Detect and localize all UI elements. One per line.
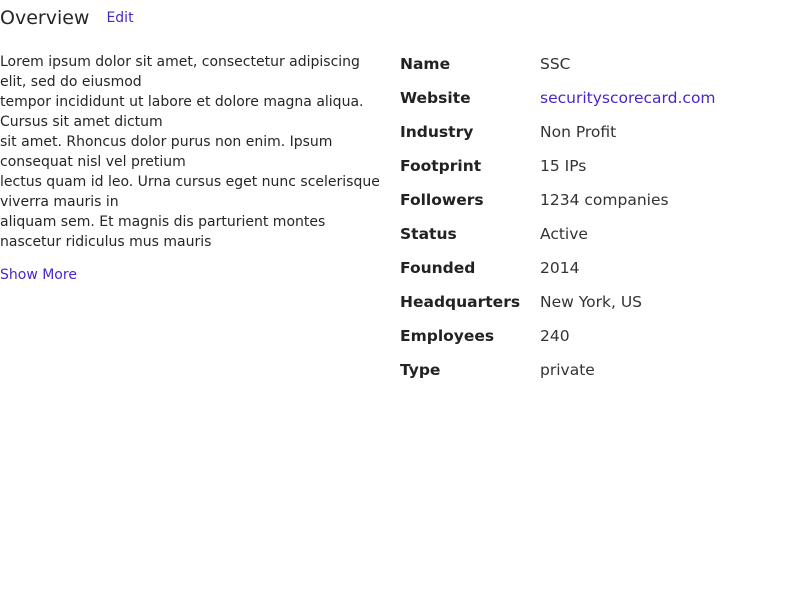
detail-row-website: Website securityscorecard.com	[400, 81, 790, 115]
edit-link[interactable]: Edit	[106, 10, 133, 26]
company-details: Name SSC Website securityscorecard.com I…	[400, 47, 790, 387]
detail-label: Name	[400, 55, 451, 73]
detail-label: Footprint	[400, 157, 482, 175]
detail-value: Active	[540, 225, 588, 243]
detail-row-status: Status Active	[400, 217, 790, 251]
detail-label: Followers	[400, 191, 484, 209]
description-line: tempor incididunt ut labore et dolore ma…	[0, 94, 364, 130]
company-description: Lorem ipsum dolor sit amet, consectetur …	[0, 52, 385, 252]
description-line: Lorem ipsum dolor sit amet, consectetur …	[0, 54, 360, 90]
detail-label: Founded	[400, 259, 476, 277]
detail-value: 2014	[540, 259, 580, 277]
detail-label: Website	[400, 89, 471, 107]
detail-row-employees: Employees 240	[400, 319, 790, 353]
detail-label: Status	[400, 225, 457, 243]
page-title: Overview	[0, 7, 90, 29]
detail-row-headquarters: Headquarters New York, US	[400, 285, 790, 319]
detail-row-followers: Followers 1234 companies	[400, 183, 790, 217]
detail-value: 15 IPs	[540, 157, 587, 175]
overview-header: Overview Edit	[0, 4, 134, 32]
detail-row-footprint: Footprint 15 IPs	[400, 149, 790, 183]
website-link[interactable]: securityscorecard.com	[540, 89, 716, 107]
detail-row-name: Name SSC	[400, 47, 790, 81]
description-line: lectus quam id leo. Urna cursus eget nun…	[0, 174, 380, 210]
detail-label: Type	[400, 361, 441, 379]
detail-label: Headquarters	[400, 293, 521, 311]
description-line: sit amet. Rhoncus dolor purus non enim. …	[0, 134, 333, 170]
detail-value: New York, US	[540, 293, 643, 311]
detail-label: Industry	[400, 123, 474, 141]
detail-row-founded: Founded 2014	[400, 251, 790, 285]
detail-value: Non Profit	[540, 123, 617, 141]
detail-value: SSC	[540, 55, 571, 73]
detail-value: 1234 companies	[540, 191, 669, 209]
show-more-link[interactable]: Show More	[0, 265, 77, 285]
detail-value: private	[540, 361, 595, 379]
detail-row-type: Type private	[400, 353, 790, 387]
detail-row-industry: Industry Non Profit	[400, 115, 790, 149]
description-line: aliquam sem. Et magnis dis parturient mo…	[0, 214, 326, 250]
detail-label: Employees	[400, 327, 495, 345]
detail-value: 240	[540, 327, 570, 345]
